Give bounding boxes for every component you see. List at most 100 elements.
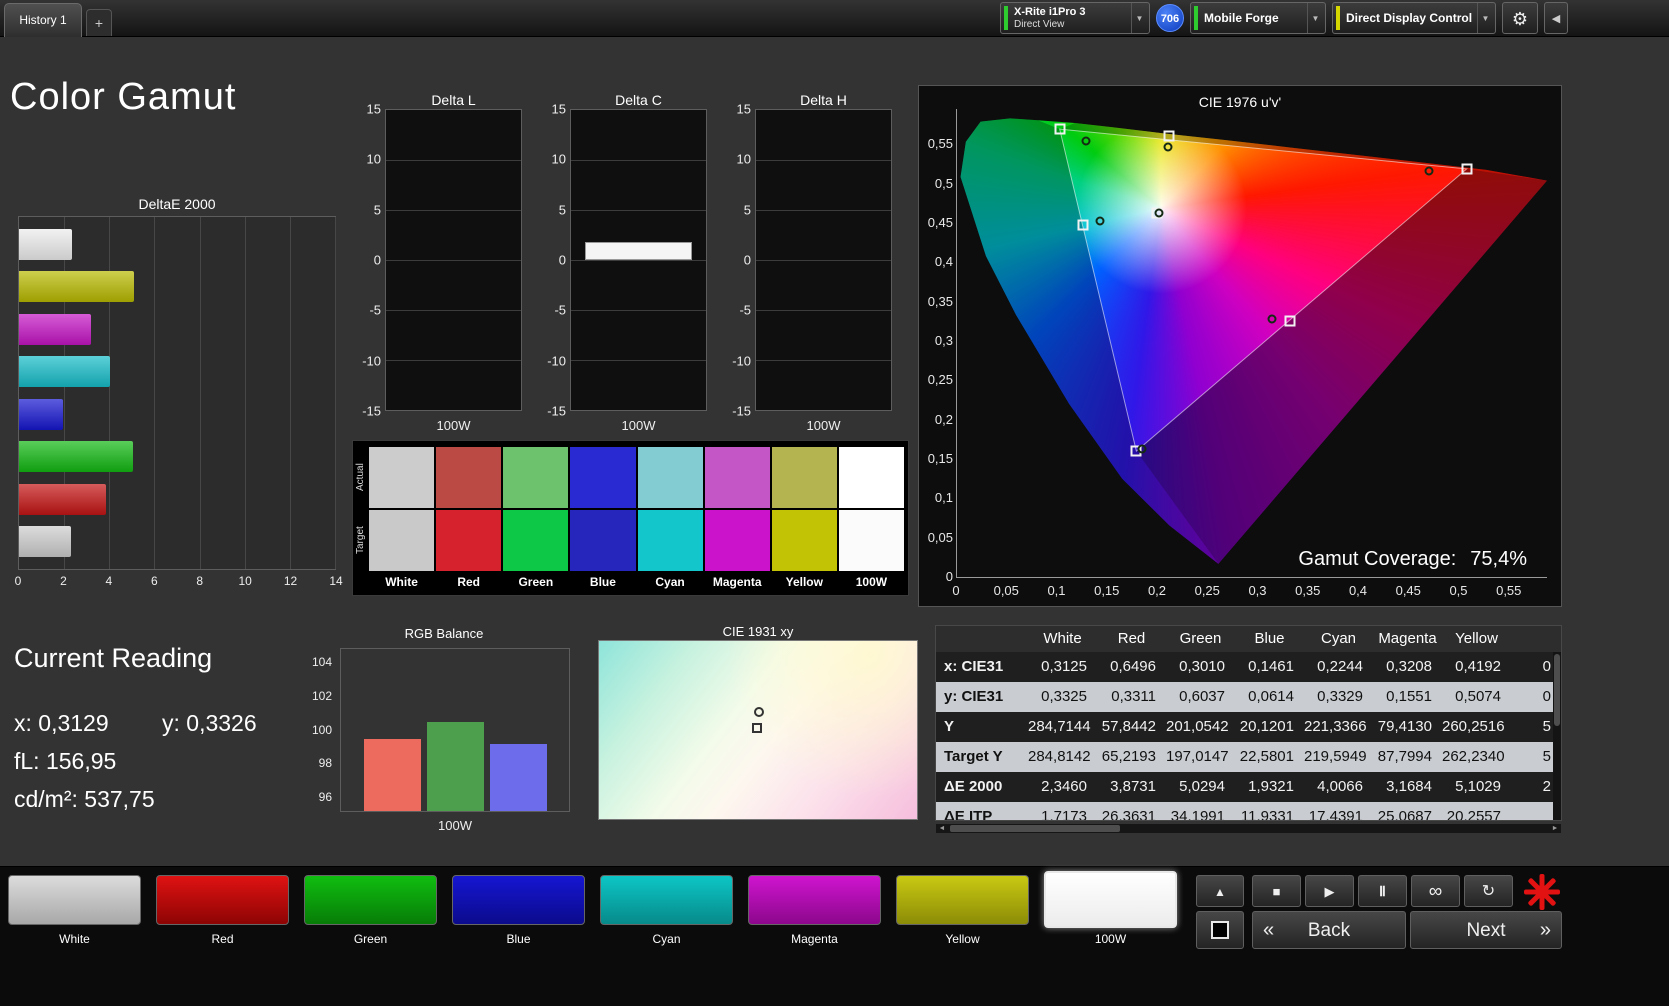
- pattern-button-red[interactable]: Red: [156, 875, 289, 946]
- pattern-swatch: [156, 875, 289, 925]
- pattern-window-button[interactable]: [1196, 911, 1244, 949]
- deltae-bar-blue: [19, 398, 63, 430]
- y-axis-labels: 15 10 5 0 -5 -10 -15: [542, 102, 566, 419]
- measured-marker-yellow: [1163, 142, 1173, 152]
- table-cell: 79,4130: [1377, 718, 1432, 735]
- y-tick-label: -10: [547, 353, 566, 369]
- stop-button[interactable]: ■: [1252, 875, 1301, 907]
- table-row[interactable]: x: CIE31 0,3125 0,6496 0,3010 0,1461 0,2244 0,…: [936, 652, 1561, 682]
- table-row[interactable]: Y 284,7144 57,8442 201,0542 20,1201 221,3366 7…: [936, 712, 1561, 742]
- up-arrow-button[interactable]: ▲: [1196, 875, 1244, 907]
- calibration-asterisk-icon[interactable]: [1516, 869, 1568, 915]
- chart-title: CIE 1931 xy: [722, 624, 794, 639]
- pause-button[interactable]: Ⅱ: [1358, 875, 1407, 907]
- delta-charts: Delta L 15 10 5 0 -5 -10 -15 100W Delta C 15 10 5 0 -5…: [357, 92, 897, 444]
- next-button[interactable]: Next »: [1410, 911, 1562, 949]
- pattern-button-cyan[interactable]: Cyan: [600, 875, 733, 946]
- table-cell: 0,3329: [1317, 688, 1363, 705]
- gear-icon[interactable]: ⚙: [1502, 2, 1538, 34]
- tab-history-1[interactable]: History 1: [4, 3, 82, 37]
- gridline: [756, 360, 891, 361]
- table-row[interactable]: y: CIE31 0,3325 0,3311 0,6037 0,0614 0,3329 0,…: [936, 682, 1561, 712]
- pattern-button-magenta[interactable]: Magenta: [748, 875, 881, 946]
- meter-name: X-Rite i1Pro 3: [1014, 5, 1086, 18]
- table-cell: 260,2516: [1442, 718, 1505, 735]
- column-header: Yellow: [1455, 630, 1498, 647]
- table-cell: 284,7144: [1028, 718, 1091, 735]
- target-swatch: [369, 510, 435, 571]
- pattern-source-label: Mobile Forge: [1204, 11, 1279, 25]
- back-button[interactable]: « Back: [1252, 911, 1406, 949]
- x-axis-label: 100W: [436, 418, 471, 433]
- y-tick-label: 15: [366, 101, 381, 117]
- pattern-label: Blue: [506, 932, 531, 946]
- table-row[interactable]: ΔE ITP 1,7173 26,3631 34,1991 11,9331 17,4391…: [936, 802, 1561, 820]
- display-control-selector[interactable]: Direct Display Control ▼: [1332, 2, 1496, 34]
- table-cell: 1,9321: [1248, 778, 1294, 795]
- swatch-label: Magenta: [712, 575, 762, 589]
- scroll-left-icon[interactable]: ◄: [936, 824, 948, 833]
- pattern-swatch: [896, 875, 1029, 925]
- play-button[interactable]: ▶: [1305, 875, 1354, 907]
- next-chevron-icon: »: [1539, 919, 1551, 941]
- reading-x-label: x:: [14, 710, 32, 736]
- deltae-bar-red: [19, 483, 107, 515]
- collapse-panel-icon[interactable]: ◀: [1544, 2, 1568, 34]
- chart-title: RGB Balance: [404, 626, 484, 641]
- refresh-button[interactable]: ↻: [1464, 875, 1513, 907]
- row-label: x: CIE31: [944, 658, 1004, 675]
- rgb-bar-red: [363, 738, 421, 811]
- chevron-down-icon[interactable]: ▼: [1307, 3, 1323, 33]
- gridline: [571, 310, 706, 311]
- chevron-down-icon[interactable]: ▼: [1131, 3, 1147, 33]
- table-cell: 4,0066: [1317, 778, 1363, 795]
- table-cell: 0,0614: [1248, 688, 1294, 705]
- chevron-down-icon[interactable]: ▼: [1477, 3, 1493, 33]
- swatch-col-blue: Blue: [570, 447, 636, 593]
- table-cell: 0,2244: [1317, 658, 1363, 675]
- continuous-button[interactable]: ∞: [1411, 875, 1460, 907]
- scrollbar-thumb[interactable]: [950, 825, 1120, 832]
- swatch-col-green: Green: [503, 447, 569, 593]
- swatch-col-100w: 100W: [838, 447, 904, 593]
- table-cell: 219,5949: [1304, 748, 1367, 765]
- next-label: Next: [1466, 920, 1506, 941]
- y-axis-labels: 15 10 5 0 -5 -10 -15: [727, 102, 751, 419]
- bottom-bar: White Red Green Blue Cyan Magenta Yellow 100W ▲…: [0, 866, 1669, 1006]
- x-tick-label: 0,5: [1449, 583, 1468, 598]
- table-horizontal-scrollbar[interactable]: ◄ ►: [935, 823, 1562, 834]
- table-row[interactable]: Target Y 284,8142 65,2193 197,0147 22,5801 21…: [936, 742, 1561, 772]
- column-header: White: [1043, 630, 1082, 647]
- table-cell: 0,6037: [1179, 688, 1225, 705]
- rgb-bar-green: [426, 721, 484, 811]
- reading-y-label: y:: [162, 710, 180, 736]
- target-swatch: [637, 510, 703, 571]
- meter-text: X-Rite i1Pro 3 Direct View: [1014, 6, 1131, 30]
- gridline: [571, 260, 706, 261]
- table-cell: 2,3460: [1041, 778, 1087, 795]
- pattern-button-green[interactable]: Green: [304, 875, 437, 946]
- pattern-button-100w[interactable]: 100W: [1044, 871, 1177, 946]
- table-row[interactable]: ΔE 2000 2,3460 3,8731 5,0294 1,9321 4,0066 3,1…: [936, 772, 1561, 802]
- scroll-right-icon[interactable]: ►: [1549, 824, 1561, 833]
- swatch-col-cyan: Cyan: [637, 447, 703, 593]
- pattern-button-blue[interactable]: Blue: [452, 875, 585, 946]
- scrollbar-thumb[interactable]: [1554, 654, 1560, 726]
- pattern-button-white[interactable]: White: [8, 875, 141, 946]
- table-cell: 0,1461: [1248, 658, 1294, 675]
- y-tick-label: 0,3: [934, 332, 953, 348]
- column-header: [936, 626, 1028, 652]
- table-vertical-scrollbar[interactable]: [1553, 652, 1561, 820]
- x-tick-label: 10: [238, 574, 252, 588]
- pattern-source-selector[interactable]: Mobile Forge ▼: [1190, 2, 1326, 34]
- pattern-button-yellow[interactable]: Yellow: [896, 875, 1029, 946]
- luminance-badge[interactable]: 706: [1156, 4, 1184, 32]
- target-swatch: [838, 510, 904, 571]
- x-tick-label: 0,2: [1147, 583, 1167, 598]
- target-row-label: Target: [355, 526, 366, 555]
- meter-selector[interactable]: X-Rite i1Pro 3 Direct View ▼: [1000, 2, 1150, 34]
- y-tick-label: 10: [551, 151, 566, 167]
- x-axis-label: 100W: [438, 818, 472, 833]
- deltae-bar-white: [19, 228, 73, 260]
- add-tab-button[interactable]: +: [86, 9, 112, 36]
